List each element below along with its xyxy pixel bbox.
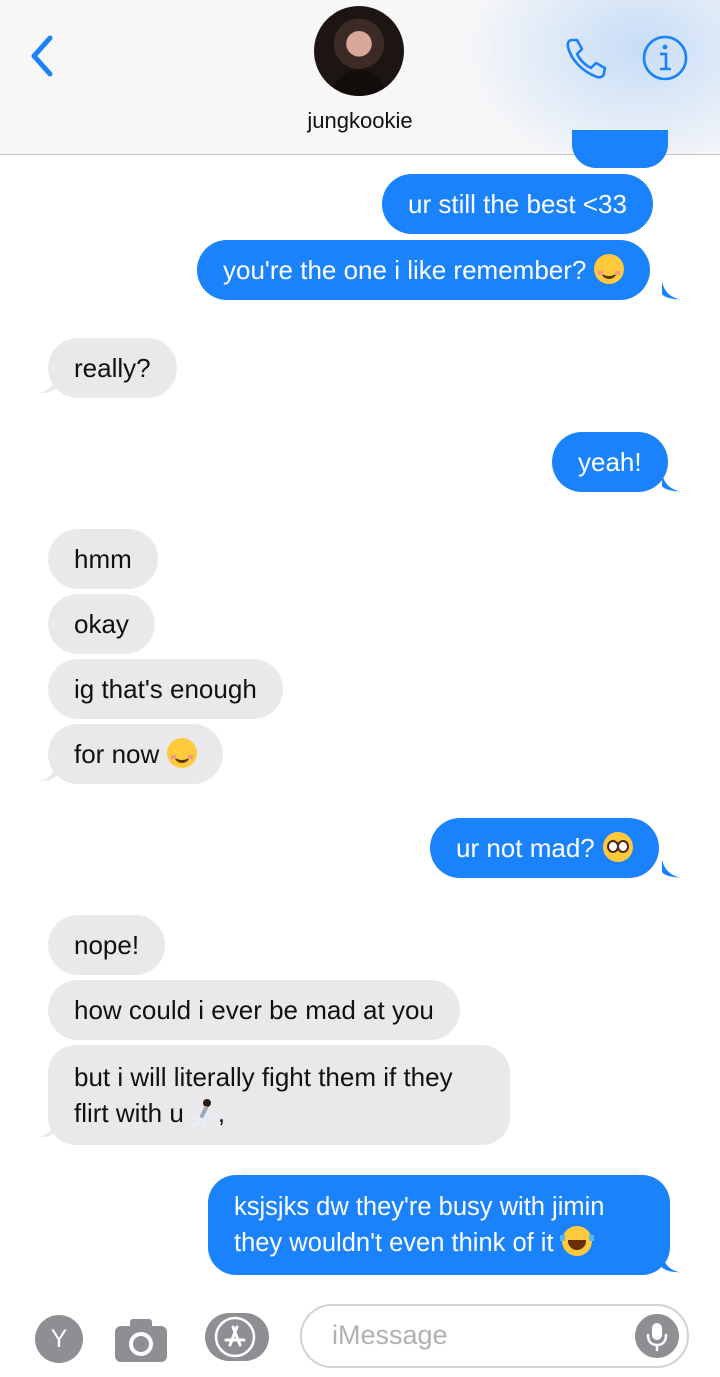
message-outgoing[interactable]: ksjsjks dw they're busy with jimin they … [208,1175,670,1275]
message-outgoing[interactable]: yeah! [552,432,668,492]
message-bubble-partial [572,130,668,168]
info-button[interactable] [641,34,689,82]
message-input[interactable]: iMessage [300,1304,689,1368]
message-text: ig that's enough [74,674,257,704]
message-text: really? [74,353,151,383]
pleading-face-icon [602,832,633,862]
bubble-tail [37,763,56,782]
dictation-button[interactable] [635,1314,679,1358]
bubble-tail [37,1119,56,1138]
camera-icon [115,1319,167,1362]
message-input-placeholder: iMessage [332,1320,448,1350]
smiling-face-icon [594,254,625,284]
message-incoming[interactable]: hmm [48,529,158,589]
smiling-face-icon [167,738,198,768]
message-incoming[interactable]: how could i ever be mad at you [48,980,460,1040]
message-outgoing[interactable]: ur still the best <33 [382,174,653,234]
contact-avatar[interactable] [314,6,404,96]
app-store-button[interactable] [205,1313,269,1361]
message-text: ur still the best <33 [408,189,627,219]
message-incoming[interactable]: nope! [48,915,166,975]
message-text: ur not mad? [456,833,595,863]
message-text: they wouldn't even think of it [234,1229,554,1257]
avatar-letter: Y [50,1325,68,1353]
message-text: hmm [74,544,132,574]
message-text-line: ksjsjks dw they're busy with jimin [234,1193,605,1221]
back-button[interactable] [22,32,62,80]
message-outgoing[interactable]: ur not mad? [430,818,659,878]
message-text: okay [74,609,129,639]
bubble-tail [662,281,681,300]
bubble-tail [662,1254,681,1273]
message-outgoing[interactable]: you're the one i like remember? [197,240,651,300]
app-store-icon [214,1316,256,1358]
avatar-button[interactable]: Y [34,1314,84,1364]
chevron-left-icon [31,35,53,77]
message-text: you're the one i like remember? [223,255,587,285]
message-text-line: they wouldn't even think of it [234,1225,644,1261]
microphone-icon [646,1323,668,1352]
bubble-tail [662,859,681,878]
message-text: how could i ever be mad at you [74,995,434,1025]
message-text: for now [74,739,160,769]
person-running-icon [191,1099,212,1128]
message-text-line: flirt with u , [74,1095,484,1131]
camera-button[interactable] [112,1314,170,1364]
call-button[interactable] [563,34,611,82]
message-text-line: but i will literally fight them if they [74,1062,453,1092]
message-incoming[interactable]: okay [48,594,155,654]
message-text: yeah! [578,447,642,477]
info-icon [642,35,688,81]
message-incoming[interactable]: ig that's enough [48,659,283,719]
bubble-tail [662,473,681,492]
phone-icon [566,38,607,79]
message-incoming[interactable]: but i will literally fight them if they … [48,1045,510,1145]
bubble-tail [37,375,56,394]
message-text: , [217,1098,226,1128]
message-incoming[interactable]: really? [48,338,177,398]
laughing-tears-icon [559,1226,594,1256]
message-text: nope! [74,930,140,960]
message-text: flirt with u [74,1098,184,1128]
message-incoming[interactable]: for now [48,724,224,784]
